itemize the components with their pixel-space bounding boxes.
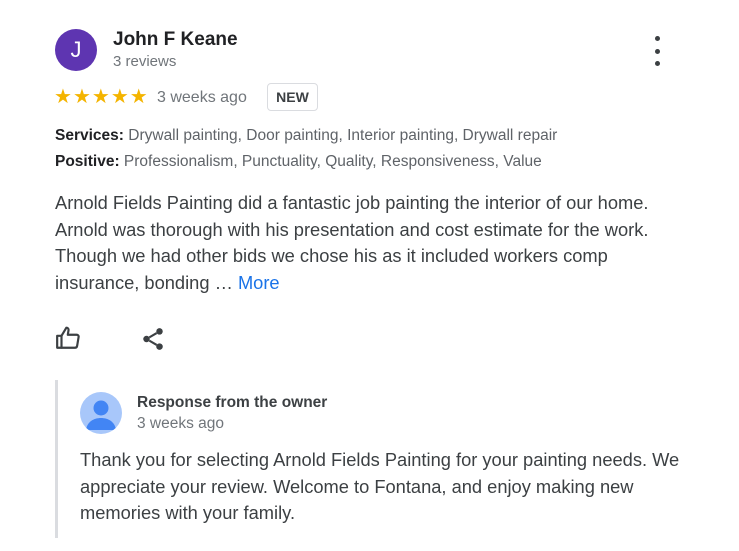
services-line: Services: Drywall painting, Door paintin… bbox=[55, 127, 557, 145]
response-divider bbox=[55, 380, 58, 538]
like-button[interactable] bbox=[53, 323, 83, 353]
reviewer-review-count: 3 reviews bbox=[113, 53, 177, 70]
star-icon: ★ bbox=[54, 86, 72, 108]
review-text-block: Arnold Fields Painting did a fantastic j… bbox=[55, 190, 695, 297]
positive-line: Positive: Professionalism, Punctuality, … bbox=[55, 153, 542, 171]
star-icon: ★ bbox=[72, 86, 91, 108]
share-icon bbox=[143, 328, 163, 350]
positive-value: Professionalism, Punctuality, Quality, R… bbox=[123, 153, 542, 170]
review-text: Arnold Fields Painting did a fantastic j… bbox=[55, 192, 649, 294]
star-icon: ★ bbox=[129, 86, 148, 108]
star-rating: ★ ★ ★ ★ ★ bbox=[54, 87, 148, 107]
more-link[interactable]: More bbox=[238, 272, 280, 293]
positive-label: Positive: bbox=[55, 153, 120, 170]
thumbs-up-icon bbox=[56, 326, 80, 349]
services-value: Drywall painting, Door painting, Interio… bbox=[128, 127, 558, 144]
more-vert-icon-dot bbox=[654, 48, 660, 54]
owner-avatar bbox=[80, 392, 122, 434]
new-badge: NEW bbox=[267, 83, 318, 111]
person-icon bbox=[86, 400, 116, 430]
review-date: 3 weeks ago bbox=[157, 89, 247, 106]
star-icon: ★ bbox=[91, 86, 110, 108]
more-vert-icon-dot bbox=[654, 61, 660, 66]
owner-response-date: 3 weeks ago bbox=[137, 415, 225, 432]
owner-response-text: Thank you for selecting Arnold Fields Pa… bbox=[80, 449, 680, 524]
more-vert-icon bbox=[654, 36, 660, 41]
reviewer-avatar[interactable]: J bbox=[55, 29, 97, 71]
owner-response-title: Response from the owner bbox=[137, 394, 328, 411]
services-label: Services: bbox=[55, 127, 124, 144]
reviewer-name[interactable]: John F Keane bbox=[113, 29, 238, 51]
star-icon: ★ bbox=[110, 86, 129, 108]
more-options-button[interactable] bbox=[645, 36, 669, 66]
share-button[interactable] bbox=[138, 324, 168, 354]
